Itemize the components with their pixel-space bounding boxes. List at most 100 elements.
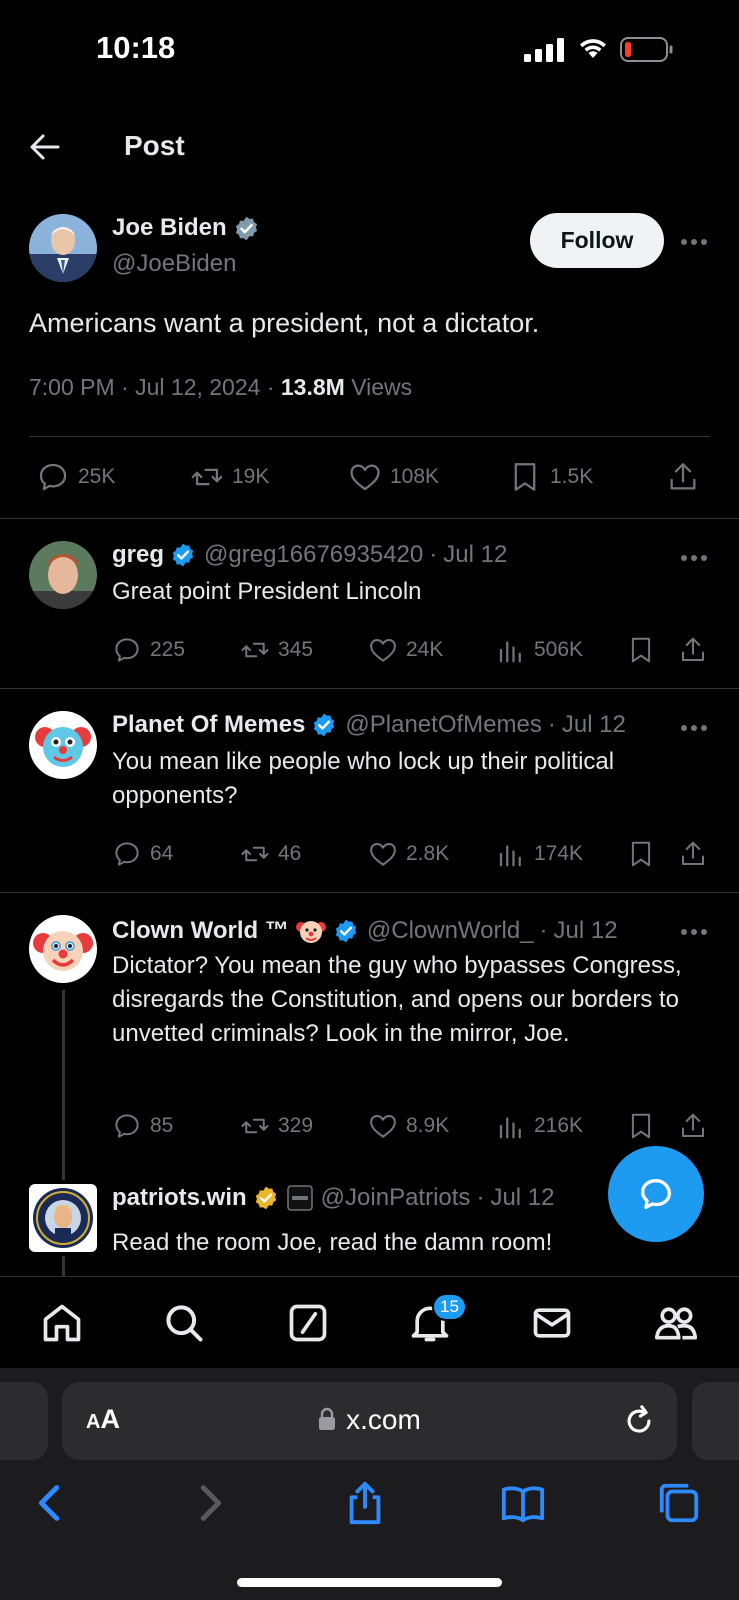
reply-header: greg @greg16676935420 · Jul 12 (112, 541, 507, 569)
reply-button[interactable]: 64 (112, 839, 173, 869)
wifi-icon (580, 39, 606, 58)
reply-display-name[interactable]: greg (112, 541, 164, 569)
bookmarks-book-icon[interactable] (500, 1480, 546, 1526)
repost-count: 329 (278, 1114, 314, 1137)
post-actions: 25K 19K 108K 1.5K (0, 454, 739, 504)
avatar[interactable] (29, 711, 97, 779)
follow-button[interactable]: Follow (530, 213, 664, 268)
like-count: 8.9K (406, 1114, 450, 1137)
like-button[interactable]: 8.9K (368, 1111, 449, 1141)
like-count: 24K (406, 638, 444, 661)
reply-display-name[interactable]: Clown World ™ (112, 917, 289, 945)
communities-icon[interactable] (654, 1301, 698, 1345)
reply-bubble-icon (641, 1179, 671, 1209)
bookmark-button[interactable]: 1.5K (508, 460, 593, 494)
thread-line (62, 990, 65, 1180)
repost-count: 345 (278, 638, 314, 661)
reload-icon[interactable] (622, 1404, 656, 1438)
repost-icon (241, 1118, 269, 1134)
reply-date: Jul 12 (490, 1184, 555, 1211)
reply-count: 25K (78, 465, 116, 488)
bookmark-button[interactable] (626, 635, 664, 665)
share-button[interactable] (678, 635, 716, 665)
repost-button[interactable]: 19K (190, 460, 269, 494)
reply-handle: @greg16676935420 (204, 541, 424, 568)
views-button[interactable]: 506K (496, 635, 583, 665)
author-name-row: Joe Biden (112, 214, 260, 242)
thread-line (62, 1256, 65, 1276)
clown-face-icon (295, 921, 326, 943)
reply-button[interactable]: 225 (112, 635, 185, 665)
reply-text: Read the room Joe, read the damn room! (112, 1229, 553, 1256)
share-icon (682, 1113, 704, 1137)
heart-icon (370, 639, 396, 662)
page-title: Post (124, 130, 185, 161)
lock-icon (319, 1407, 336, 1430)
previous-tab-preview[interactable] (0, 1382, 48, 1460)
back-arrow-icon[interactable] (28, 132, 62, 162)
compose-reply-button[interactable] (608, 1146, 704, 1242)
post-meta: 7:00 PM · Jul 12, 2024 · 13.8M Views (29, 374, 413, 400)
share-icon[interactable] (342, 1480, 388, 1526)
status-bar: 10:18 (0, 0, 739, 100)
messages-envelope-icon[interactable] (530, 1301, 574, 1345)
more-options-icon[interactable] (680, 237, 708, 247)
reply-count: 225 (150, 638, 186, 661)
affiliate-badge-icon (286, 1185, 313, 1211)
like-count: 108K (390, 465, 440, 488)
divider (0, 518, 739, 519)
search-icon[interactable] (162, 1301, 206, 1345)
share-icon (682, 637, 704, 661)
like-button[interactable]: 2.8K (368, 839, 449, 869)
author-display-name[interactable]: Joe Biden (112, 214, 227, 242)
repost-button[interactable]: 345 (240, 635, 313, 665)
reply-icon (39, 463, 67, 491)
like-button[interactable]: 24K (368, 635, 443, 665)
separator: · (429, 541, 438, 568)
reply-actions: 225 345 24K 506K (0, 635, 739, 675)
views-count: 506K (534, 638, 584, 661)
back-chevron-icon[interactable] (28, 1480, 74, 1526)
repost-icon (241, 642, 269, 658)
divider (29, 436, 710, 437)
bookmark-button[interactable] (626, 1111, 664, 1141)
share-button[interactable] (678, 1111, 716, 1141)
tabs-icon[interactable] (656, 1480, 702, 1526)
more-options-icon[interactable] (680, 927, 708, 937)
share-button[interactable] (678, 839, 716, 869)
reply-actions: 85 329 8.9K 216K (0, 1111, 739, 1151)
views-button[interactable]: 216K (496, 1111, 583, 1141)
reply-display-name[interactable]: Planet Of Memes (112, 711, 305, 739)
notifications-badge: 15 (432, 1293, 467, 1321)
more-options-icon[interactable] (680, 553, 708, 563)
reply-text: Great point President Lincoln (112, 578, 422, 605)
reply-actions: 64 46 2.8K 174K (0, 839, 739, 879)
bookmark-button[interactable] (626, 839, 664, 869)
reply-button[interactable]: 25K (36, 460, 115, 494)
reply-display-name[interactable]: patriots.win (112, 1184, 247, 1212)
browser-toolbar: AA x.com (0, 1368, 739, 1600)
share-button[interactable] (666, 460, 708, 494)
domain-text: x.com (346, 1404, 421, 1435)
heart-icon (350, 464, 380, 491)
views-button[interactable]: 174K (496, 839, 583, 869)
next-tab-preview[interactable] (692, 1382, 739, 1460)
repost-button[interactable]: 46 (240, 839, 301, 869)
home-icon[interactable] (40, 1301, 84, 1345)
more-options-icon[interactable] (680, 723, 708, 733)
reply-button[interactable]: 85 (112, 1111, 173, 1141)
avatar[interactable] (29, 915, 97, 983)
verified-gold-badge-icon (255, 1186, 276, 1210)
repost-icon (241, 846, 269, 862)
reply-header: patriots.win @JoinPatriots · Jul 12 (112, 1184, 554, 1212)
avatar[interactable] (29, 1184, 97, 1252)
cellular-signal-icon (524, 38, 564, 62)
address-bar[interactable]: AA x.com (62, 1382, 677, 1460)
like-button[interactable]: 108K (348, 460, 439, 494)
repost-button[interactable]: 329 (240, 1111, 313, 1141)
reply-count: 64 (150, 842, 174, 865)
forward-chevron-icon[interactable] (186, 1480, 232, 1526)
avatar[interactable] (29, 214, 97, 282)
grok-icon[interactable] (286, 1301, 330, 1345)
avatar[interactable] (29, 541, 97, 609)
